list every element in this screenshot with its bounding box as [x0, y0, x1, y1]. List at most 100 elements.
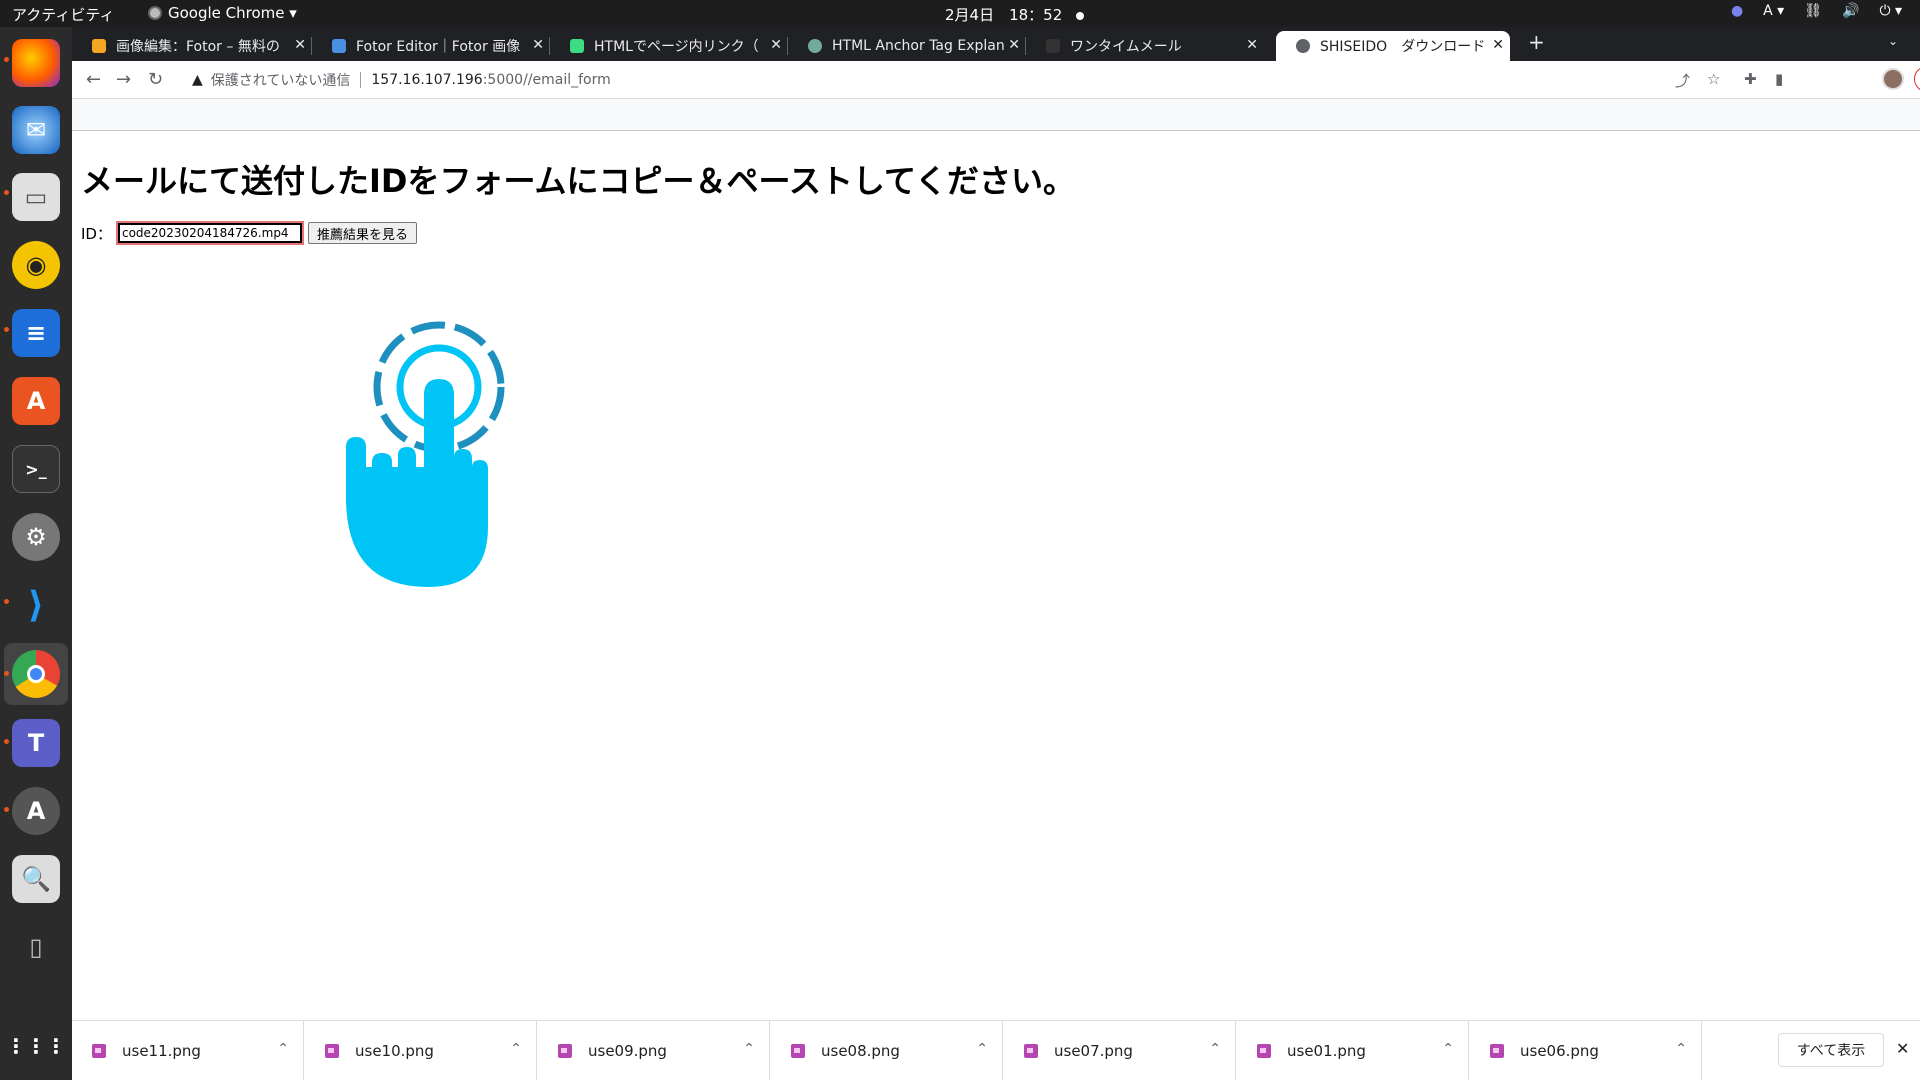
tab-fotor-edit[interactable]: 画像編集：Fotor – 無料の ✕ [72, 31, 312, 61]
profile-avatar[interactable] [1882, 68, 1904, 90]
teams-tray-icon[interactable]: ● [1731, 3, 1743, 19]
image-file-icon [92, 1044, 106, 1058]
url-path[interactable]: :5000//email_form [483, 72, 611, 88]
firefox-icon[interactable] [12, 39, 60, 87]
ubuntu-dock: ✉ ▭ ◉ ≡ A >_ ⚙ ⟩ T A 🔍 ▯ ⋮⋮⋮ [0, 27, 72, 1080]
app-center-icon[interactable]: A [12, 377, 60, 425]
app-menu[interactable]: Google Chrome ▾ [148, 4, 297, 22]
app-menu-label: Google Chrome ▾ [168, 4, 297, 22]
image-file-icon [1257, 1044, 1271, 1058]
download-item[interactable]: use09.png ⌃ [538, 1021, 770, 1080]
update-button[interactable]: 更新 ⋮ [1914, 66, 1920, 92]
search-icon[interactable]: 🔍 [12, 855, 60, 903]
chevron-up-icon[interactable]: ⌃ [743, 1041, 755, 1057]
globe-favicon-icon [1296, 39, 1310, 53]
download-item[interactable]: use10.png ⌃ [305, 1021, 537, 1080]
tab-onetime-mail[interactable]: ワンタイムメール ✕ [1026, 31, 1264, 61]
image-file-icon [1490, 1044, 1504, 1058]
tab-shiseido-download[interactable]: SHISEIDO ダウンロード ✕ [1276, 31, 1510, 61]
tab-title: Fotor Editor｜Fotor 画像 [356, 39, 521, 55]
chevron-up-icon[interactable]: ⌃ [1209, 1041, 1221, 1057]
teams-icon[interactable]: T [12, 719, 60, 767]
download-filename: use08.png [821, 1042, 900, 1060]
notification-dot-icon [1076, 11, 1085, 20]
security-status-text[interactable]: 保護されていない通信 [211, 70, 351, 90]
close-tab-icon[interactable]: ✕ [1246, 37, 1258, 53]
files-icon[interactable]: ▭ [12, 173, 60, 221]
image-file-icon [791, 1044, 805, 1058]
image-file-icon [1024, 1044, 1038, 1058]
new-tab-button[interactable]: + [1528, 30, 1545, 54]
usb-drive-icon[interactable]: ▯ [12, 923, 60, 971]
software-updater-icon[interactable]: A [12, 787, 60, 835]
chevron-up-icon[interactable]: ⌃ [1675, 1041, 1687, 1057]
close-tab-icon[interactable]: ✕ [770, 37, 782, 53]
running-indicator [4, 739, 9, 744]
view-recommendation-button[interactable]: 推薦結果を見る [307, 222, 417, 244]
tab-title: HTMLでページ内リンク（ [594, 39, 759, 55]
tab-search-chevron-icon[interactable]: ⌄ [1888, 34, 1898, 48]
tab-fotor-editor[interactable]: Fotor Editor｜Fotor 画像 ✕ [312, 31, 550, 61]
terminal-icon[interactable]: >_ [12, 445, 60, 493]
volume-icon[interactable]: 🔊 [1842, 3, 1859, 19]
chevron-up-icon[interactable]: ⌃ [510, 1041, 522, 1057]
rhythmbox-icon[interactable]: ◉ [12, 241, 60, 289]
side-panel-icon[interactable]: ▮ [1775, 70, 1783, 88]
chrome-tab-strip: 画像編集：Fotor – 無料の ✕ Fotor Editor｜Fotor 画像… [72, 27, 1920, 61]
running-indicator [4, 190, 9, 195]
clock-text: 2月4日 18：52 [945, 6, 1063, 24]
download-filename: use11.png [122, 1042, 201, 1060]
omnibox[interactable]: ▲ 保護されていない通信 157.16.107.196:5000//email_… [182, 65, 1717, 95]
chrome-icon[interactable] [12, 650, 60, 698]
chrome-small-icon [148, 6, 162, 20]
tab-html-anchor[interactable]: HTML Anchor Tag Explan ✕ [788, 31, 1026, 61]
system-tray[interactable]: ● A ▾ ⛓ 🔊 ⏻ ▾ [1731, 3, 1902, 19]
close-tab-icon[interactable]: ✕ [532, 37, 544, 53]
image-file-icon [325, 1044, 339, 1058]
bookmark-star-icon[interactable]: ☆ [1707, 70, 1720, 88]
show-applications-icon[interactable]: ⋮⋮⋮ [6, 1022, 66, 1070]
share-icon[interactable]: ⤴ [1675, 70, 1690, 91]
close-tab-icon[interactable]: ✕ [294, 37, 306, 53]
back-button[interactable]: ← [86, 69, 101, 90]
download-filename: use07.png [1054, 1042, 1133, 1060]
tab-html-page-link[interactable]: HTMLでページ内リンク（ ✕ [550, 31, 788, 61]
tab-title: HTML Anchor Tag Explan [832, 38, 1005, 54]
close-tab-icon[interactable]: ✕ [1008, 37, 1020, 53]
power-icon[interactable]: ⏻ ▾ [1879, 3, 1902, 19]
settings-icon[interactable]: ⚙ [12, 513, 60, 561]
chevron-up-icon[interactable]: ⌃ [1442, 1041, 1454, 1057]
chevron-up-icon[interactable]: ⌃ [277, 1041, 289, 1057]
download-item[interactable]: use08.png ⌃ [771, 1021, 1003, 1080]
download-item[interactable]: use06.png ⌃ [1470, 1021, 1702, 1080]
activities-button[interactable]: アクティビティ [12, 4, 114, 25]
clock[interactable]: 2月4日 18：52 [945, 4, 1085, 25]
writer-icon[interactable]: ≡ [12, 309, 60, 357]
close-icon[interactable]: ✕ [1896, 1039, 1909, 1058]
close-tab-icon[interactable]: ✕ [1492, 37, 1504, 53]
id-label: ID： [81, 224, 112, 243]
reload-button[interactable]: ↻ [148, 69, 163, 90]
download-item[interactable]: use11.png ⌃ [72, 1021, 304, 1080]
warning-icon[interactable]: ▲ [192, 72, 203, 88]
page-favicon-icon [570, 39, 584, 53]
chevron-up-icon[interactable]: ⌃ [976, 1041, 988, 1057]
page-content: メールにて送付したIDをフォームにコピー＆ペーストしてください。 ID： 推薦結… [72, 132, 1920, 1020]
network-icon[interactable]: ⛓ [1804, 3, 1822, 19]
id-input[interactable] [115, 221, 304, 245]
url-host[interactable]: 157.16.107.196 [371, 72, 482, 88]
forward-button[interactable]: → [116, 69, 131, 90]
extensions-icon[interactable]: ✚ [1744, 70, 1757, 88]
thunderbird-icon[interactable]: ✉ [12, 106, 60, 154]
download-item[interactable]: use01.png ⌃ [1237, 1021, 1469, 1080]
running-indicator [4, 599, 9, 604]
vscode-icon[interactable]: ⟩ [12, 581, 60, 629]
input-method-indicator[interactable]: A ▾ [1763, 3, 1784, 19]
mail-favicon-icon [1046, 39, 1060, 53]
download-filename: use09.png [588, 1042, 667, 1060]
show-all-downloads-button[interactable]: すべて表示 [1778, 1033, 1884, 1067]
download-filename: use06.png [1520, 1042, 1599, 1060]
tab-title: SHISEIDO ダウンロード [1320, 39, 1486, 55]
system-top-bar: アクティビティ Google Chrome ▾ 2月4日 18：52 ● A ▾… [0, 0, 1920, 27]
download-item[interactable]: use07.png ⌃ [1004, 1021, 1236, 1080]
